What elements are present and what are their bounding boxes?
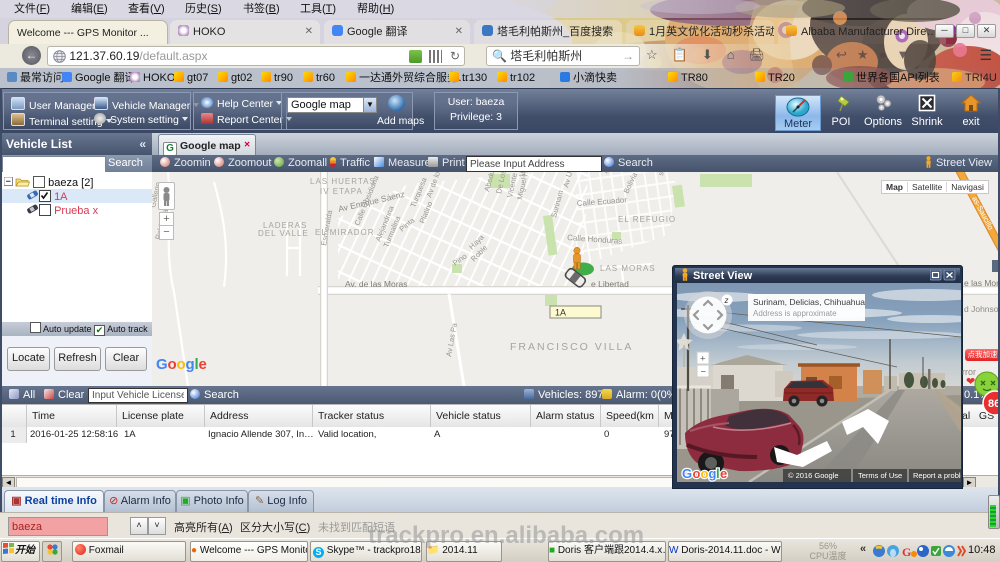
svg-text:Surinam, Delicias, Chihuahua: Surinam, Delicias, Chihuahua: [753, 297, 865, 307]
svg-text:© 2016 Google: © 2016 Google: [788, 471, 839, 480]
svg-text:d Johnso: d Johnso: [964, 304, 999, 314]
svg-text:Address is approximate: Address is approximate: [753, 309, 837, 318]
svg-text:Terms of Use: Terms of Use: [858, 471, 902, 480]
svg-text:z: z: [724, 296, 729, 305]
svg-text:G: G: [902, 545, 911, 558]
svg-text:EL REFUGIO: EL REFUGIO: [618, 215, 676, 224]
svg-text:Av. de las Moras: Av. de las Moras: [345, 279, 408, 289]
svg-text:LAS HUERTAS: LAS HUERTAS: [310, 177, 376, 186]
svg-text:1A: 1A: [555, 308, 566, 318]
svg-text:e: e: [720, 466, 727, 481]
svg-text:EL MIRADOR: EL MIRADOR: [315, 228, 375, 237]
svg-text:o: o: [693, 466, 701, 481]
svg-text:+: +: [700, 354, 706, 365]
svg-text:Report a problem: Report a problem: [913, 471, 961, 480]
svg-text:e las Mora: e las Mora: [964, 278, 1000, 288]
svg-text:−: −: [701, 367, 707, 378]
svg-text:o: o: [701, 466, 709, 481]
svg-text:IV ETAPA: IV ETAPA: [320, 187, 363, 196]
svg-text:LAS MORAS: LAS MORAS: [600, 264, 656, 273]
svg-text:e Libertad: e Libertad: [591, 279, 629, 289]
svg-text:G: G: [682, 466, 692, 481]
svg-text:Google: Google: [156, 356, 207, 373]
svg-text:DEL VALLE: DEL VALLE: [258, 229, 309, 238]
svg-text:FRANCISCO VILLA: FRANCISCO VILLA: [510, 341, 633, 353]
